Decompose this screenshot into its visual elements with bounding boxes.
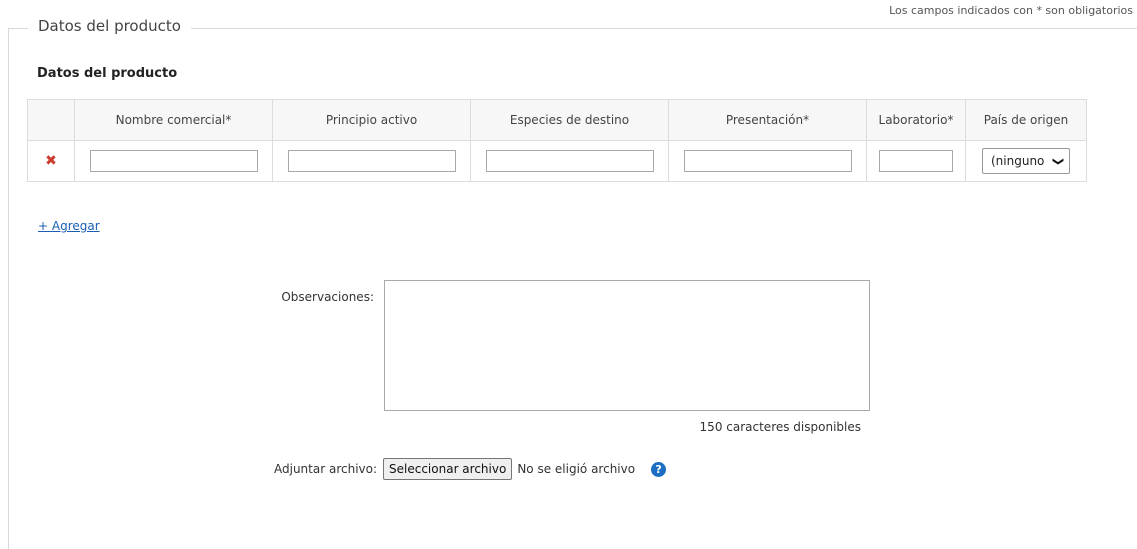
table-row: ✖ (ninguno ❯ xyxy=(27,140,1087,182)
help-icon[interactable]: ? xyxy=(651,461,667,477)
attach-file-label: Adjuntar archivo: xyxy=(274,462,378,476)
observaciones-textarea[interactable] xyxy=(384,280,870,411)
cell-presentacion xyxy=(668,140,867,182)
header-pais-origen: País de origen xyxy=(965,99,1087,141)
header-actions xyxy=(27,99,75,141)
fieldset-legend: Datos del producto xyxy=(28,17,191,35)
select-file-button[interactable]: Seleccionar archivo xyxy=(383,458,513,480)
principio-activo-input[interactable] xyxy=(287,150,456,172)
delete-row-icon[interactable]: ✖ xyxy=(45,153,57,169)
add-row-link[interactable]: + Agregar xyxy=(38,219,100,233)
product-table: Nombre comercial* Principio activo Espec… xyxy=(27,99,1087,182)
observaciones-label: Observaciones: xyxy=(281,290,374,304)
header-nombre-comercial: Nombre comercial* xyxy=(74,99,273,141)
cell-especies-destino xyxy=(470,140,669,182)
attach-file-row: Adjuntar archivo: Seleccionar archivo No… xyxy=(274,458,667,480)
pais-origen-select[interactable]: (ninguno ❯ xyxy=(982,148,1070,174)
cell-laboratorio xyxy=(866,140,966,182)
chevron-down-icon: ❯ xyxy=(1051,156,1065,166)
cell-nombre-comercial xyxy=(74,140,273,182)
nombre-comercial-input[interactable] xyxy=(89,150,258,172)
header-laboratorio: Laboratorio* xyxy=(866,99,966,141)
section-title: Datos del producto xyxy=(37,66,178,81)
file-status-text: No se eligió archivo xyxy=(517,462,636,476)
header-principio-activo: Principio activo xyxy=(272,99,471,141)
pais-origen-selected-value: (ninguno xyxy=(991,154,1045,168)
cell-pais-origen: (ninguno ❯ xyxy=(965,140,1087,182)
header-presentacion: Presentación* xyxy=(668,99,867,141)
presentacion-input[interactable] xyxy=(683,150,852,172)
row-actions-cell: ✖ xyxy=(27,140,75,182)
required-fields-note: Los campos indicados con * son obligator… xyxy=(889,4,1133,17)
header-especies-destino: Especies de destino xyxy=(470,99,669,141)
table-header-row: Nombre comercial* Principio activo Espec… xyxy=(27,99,1087,141)
chars-available-text: 150 caracteres disponibles xyxy=(699,420,861,434)
laboratorio-input[interactable] xyxy=(879,150,953,172)
cell-principio-activo xyxy=(272,140,471,182)
especies-destino-input[interactable] xyxy=(485,150,654,172)
